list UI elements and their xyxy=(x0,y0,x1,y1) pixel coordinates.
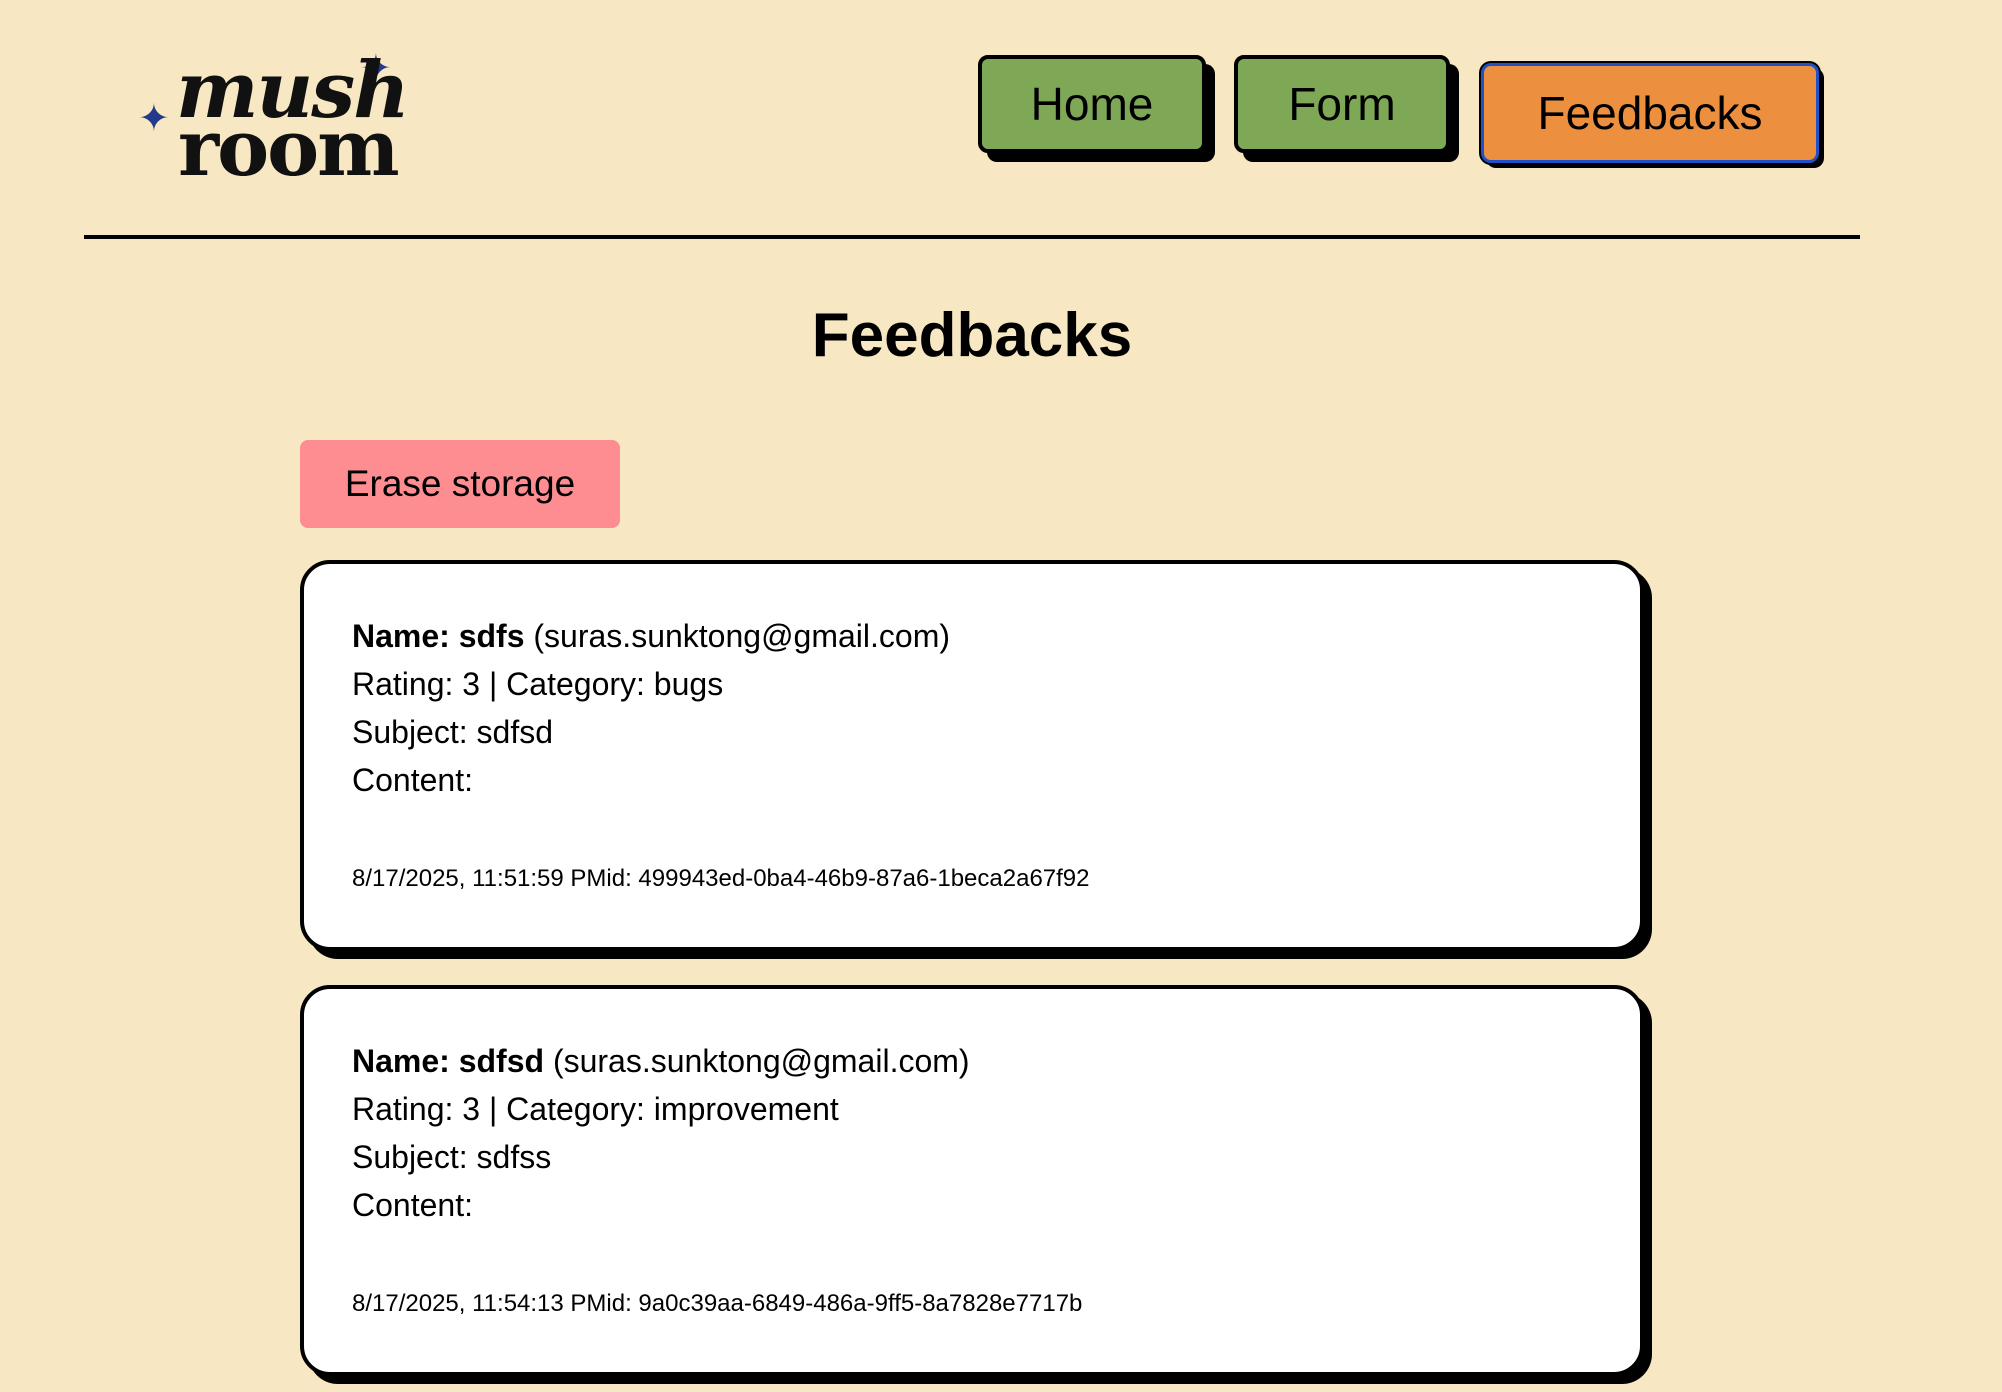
feedback-name-line: Name: sdfs (suras.sunktong@gmail.com) xyxy=(352,616,950,656)
nav-form-button[interactable]: Form xyxy=(1234,55,1450,153)
site-header: ✦ ✦ mush room Home Form Feedbacks xyxy=(0,0,2002,240)
feedback-email: (suras.sunktong@gmail.com) xyxy=(533,618,951,654)
feedback-meta: 8/17/2025, 11:54:13 PMid: 9a0c39aa-6849-… xyxy=(352,1290,1083,1317)
feedback-card: Name: sdfs (suras.sunktong@gmail.com) Ra… xyxy=(300,560,1644,951)
feedback-subject: Subject: sdfss xyxy=(352,1139,552,1175)
mushroom-logo[interactable]: ✦ ✦ mush room xyxy=(138,30,410,194)
feedback-email: (suras.sunktong@gmail.com) xyxy=(552,1043,970,1079)
feedback-name-line: Name: sdfsd (suras.sunktong@gmail.com) xyxy=(352,1041,970,1081)
name-label: Name: xyxy=(352,1043,450,1079)
logo-word-room: room xyxy=(178,103,400,194)
feedback-name: sdfsd xyxy=(458,1043,545,1079)
name-label: Name: xyxy=(352,618,450,654)
feedback-name: sdfs xyxy=(458,618,525,654)
header-divider xyxy=(84,235,1860,239)
page-title: Feedbacks xyxy=(811,301,1133,370)
feedback-rating-category: Rating: 3 | Category: bugs xyxy=(352,666,724,702)
feedback-meta: 8/17/2025, 11:51:59 PMid: 499943ed-0ba4-… xyxy=(352,865,1090,892)
nav-home-button[interactable]: Home xyxy=(978,55,1206,153)
erase-storage-button[interactable]: Erase storage xyxy=(300,440,620,528)
feedback-card: Name: sdfsd (suras.sunktong@gmail.com) R… xyxy=(300,985,1644,1376)
sparkle-star-icon: ✦ xyxy=(138,98,170,140)
feedback-content: Content: xyxy=(352,762,473,798)
nav-feedbacks-button[interactable]: Feedbacks xyxy=(1481,63,1819,163)
feedback-rating-category: Rating: 3 | Category: improvement xyxy=(352,1091,839,1127)
feedback-subject: Subject: sdfsd xyxy=(352,714,553,750)
feedback-content: Content: xyxy=(352,1187,473,1223)
